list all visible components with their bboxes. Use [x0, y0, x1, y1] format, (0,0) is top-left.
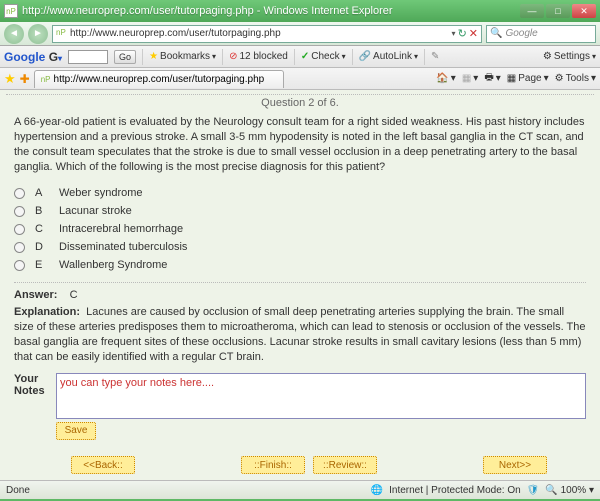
question-counter: Question 2 of 6. — [6, 94, 594, 115]
star-icon: ★ — [149, 51, 158, 62]
google-toolbar: Google G▾ Go ★Bookmarks▾ ⊘12 blocked ✓Ch… — [0, 46, 600, 68]
gear-icon: ⚙ — [543, 51, 552, 62]
check-icon: ✓ — [301, 51, 309, 62]
page-menu[interactable]: ▦Page▾ — [507, 73, 549, 84]
autofill-icon: ✎ — [431, 51, 439, 62]
address-url: http://www.neuroprep.com/user/tutorpagin… — [70, 28, 450, 39]
address-favicon-icon: nP — [56, 28, 68, 40]
gear-icon: ⚙ — [555, 73, 564, 84]
window-controls: — □ ✕ — [520, 4, 596, 18]
stop-icon[interactable]: ✕ — [469, 27, 478, 40]
shield-icon: 🛡 — [527, 485, 540, 496]
question-text: A 66-year-old patient is evaluated by th… — [6, 115, 594, 182]
option-text: Weber syndrome — [59, 187, 586, 199]
radio-input[interactable] — [14, 188, 25, 199]
nav-forward-button[interactable]: ► — [28, 24, 48, 44]
back-button[interactable]: <<Back:: — [71, 456, 135, 474]
status-done: Done — [6, 485, 30, 496]
divider — [14, 282, 586, 283]
google-search-input[interactable] — [68, 50, 108, 64]
option-text: Lacunar stroke — [59, 205, 586, 217]
option-row: D Disseminated tuberculosis — [14, 238, 586, 256]
nav-buttons: <<Back:: ::Finish:: ::Review:: Next>> — [6, 450, 594, 476]
option-letter: A — [35, 187, 49, 199]
rss-icon: ▦ — [462, 73, 471, 84]
option-letter: E — [35, 259, 49, 271]
zoom-level[interactable]: 🔍 100% ▾ — [545, 485, 594, 496]
radio-input[interactable] — [14, 242, 25, 253]
tab-favicon-icon: nP — [41, 75, 51, 84]
option-letter: B — [35, 205, 49, 217]
print-icon: 🖶 — [484, 70, 493, 87]
close-button[interactable]: ✕ — [572, 4, 596, 18]
tools-menu[interactable]: ⚙Tools▾ — [555, 73, 596, 84]
google-logo: Google G▾ — [4, 50, 62, 64]
explanation-label: Explanation: — [14, 306, 80, 318]
option-text: Disseminated tuberculosis — [59, 241, 586, 253]
window-title: http://www.neuroprep.com/user/tutorpagin… — [22, 5, 520, 17]
next-button[interactable]: Next>> — [483, 456, 547, 474]
page-icon: ▦ — [507, 73, 516, 84]
window-titlebar: nP http://www.neuroprep.com/user/tutorpa… — [0, 0, 600, 22]
autofill-button[interactable]: ✎ — [431, 51, 439, 62]
home-button[interactable]: 🏠▾ — [436, 73, 455, 84]
globe-icon: 🌐 — [371, 485, 383, 496]
explanation-text: Lacunes are caused by occlusion of small… — [14, 306, 585, 363]
nav-back-button[interactable]: ◄ — [4, 24, 24, 44]
radio-input[interactable] — [14, 260, 25, 271]
ie-toolbar: ★ ✚ nP http://www.neuroprep.com/user/tut… — [0, 68, 600, 90]
explanation: Explanation: Lacunes are caused by occlu… — [6, 301, 594, 370]
check-button[interactable]: ✓Check▾ — [301, 51, 346, 62]
popup-blocked-button[interactable]: ⊘12 blocked — [229, 51, 288, 62]
tab-label: http://www.neuroprep.com/user/tutorpagin… — [54, 74, 265, 85]
notes-section: Your Notes you can type your notes here.… — [6, 371, 594, 442]
status-bar: Done 🌐 Internet | Protected Mode: On 🛡 🔍… — [0, 480, 600, 499]
blocked-icon: ⊘ — [229, 51, 237, 62]
link-icon: 🔗 — [359, 51, 371, 62]
answer-row: Answer: C — [6, 289, 594, 301]
browser-tab[interactable]: nP http://www.neuroprep.com/user/tutorpa… — [34, 70, 284, 88]
autolink-button[interactable]: 🔗AutoLink▾ — [359, 51, 418, 62]
review-button[interactable]: ::Review:: — [313, 456, 377, 474]
radio-input[interactable] — [14, 206, 25, 217]
favorites-icon[interactable]: ★ — [4, 71, 16, 87]
add-favorites-icon[interactable]: ✚ — [20, 72, 30, 86]
option-text: Wallenberg Syndrome — [59, 259, 586, 271]
security-zone: Internet | Protected Mode: On — [389, 485, 521, 496]
option-letter: C — [35, 223, 49, 235]
address-toolbar: ◄ ► nP http://www.neuroprep.com/user/tut… — [0, 22, 600, 46]
search-placeholder: Google — [505, 28, 537, 39]
radio-input[interactable] — [14, 224, 25, 235]
google-go-button[interactable]: Go — [114, 50, 136, 64]
answer-label: Answer: — [14, 289, 57, 301]
option-row: C Intracerebral hemorrhage — [14, 220, 586, 238]
save-button[interactable]: Save — [56, 422, 96, 440]
option-row: E Wallenberg Syndrome — [14, 256, 586, 274]
search-input[interactable]: 🔍 Google — [486, 25, 596, 43]
option-letter: D — [35, 241, 49, 253]
print-button[interactable]: 🖶▾ — [484, 70, 500, 87]
notes-textarea[interactable]: you can type your notes here.... — [56, 373, 586, 419]
address-dropdown-icon[interactable]: ▾ — [452, 29, 456, 38]
option-text: Intracerebral hemorrhage — [59, 223, 586, 235]
search-icon: 🔍 — [490, 28, 502, 39]
refresh-icon[interactable]: ↻ — [458, 27, 467, 40]
answer-value: C — [70, 289, 78, 301]
feeds-button[interactable]: ▦▾ — [462, 73, 478, 84]
favicon-icon: nP — [4, 4, 18, 18]
notes-label: Your Notes — [14, 373, 50, 440]
option-row: B Lacunar stroke — [14, 202, 586, 220]
finish-button[interactable]: ::Finish:: — [241, 456, 305, 474]
address-bar[interactable]: nP http://www.neuroprep.com/user/tutorpa… — [52, 25, 482, 43]
settings-button[interactable]: ⚙Settings▾ — [543, 51, 596, 62]
maximize-button[interactable]: □ — [546, 4, 570, 18]
home-icon: 🏠 — [436, 73, 448, 84]
bookmarks-button[interactable]: ★Bookmarks▾ — [149, 51, 216, 62]
minimize-button[interactable]: — — [520, 4, 544, 18]
options-list: A Weber syndrome B Lacunar stroke C Intr… — [6, 182, 594, 276]
option-row: A Weber syndrome — [14, 184, 586, 202]
page-content: Question 2 of 6. A 66-year-old patient i… — [0, 90, 600, 480]
